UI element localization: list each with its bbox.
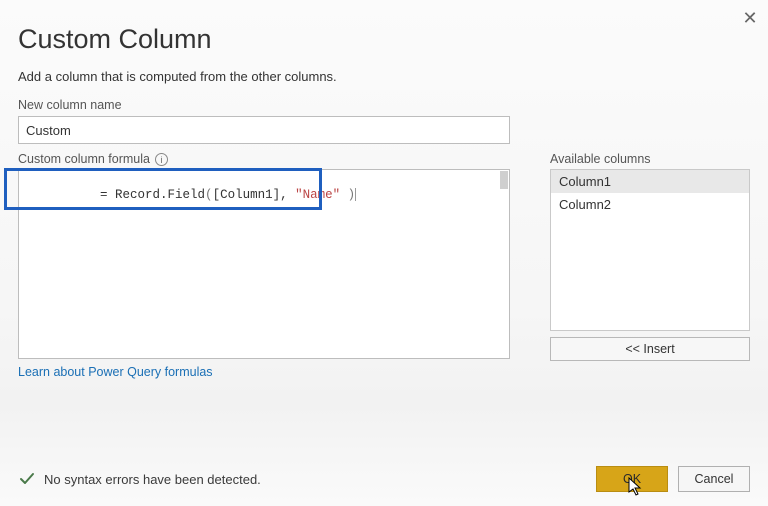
formula-close-paren: ) — [348, 188, 356, 202]
check-icon — [18, 470, 36, 488]
dialog-subtitle: Add a column that is computed from the o… — [18, 69, 750, 84]
formula-editor[interactable]: = Record.Field([Column1], "Name" ) — [18, 169, 510, 359]
text-cursor — [355, 188, 356, 201]
formula-prefix: = — [100, 188, 115, 202]
cancel-button[interactable]: Cancel — [678, 466, 750, 492]
new-column-name-input[interactable] — [18, 116, 510, 144]
close-icon[interactable]: ✕ — [740, 8, 760, 28]
insert-button[interactable]: << Insert — [550, 337, 750, 361]
formula-label: Custom column formula — [18, 152, 150, 166]
status-text: No syntax errors have been detected. — [44, 472, 261, 487]
available-column-item[interactable]: Column2 — [551, 193, 749, 216]
custom-column-dialog: ✕ Custom Column Add a column that is com… — [0, 0, 768, 506]
formula-open-paren: ( — [205, 188, 213, 202]
available-columns-list[interactable]: Column1 Column2 — [550, 169, 750, 331]
formula-string: "Name" — [295, 188, 340, 202]
new-column-name-label: New column name — [18, 98, 750, 112]
info-icon[interactable]: i — [155, 153, 168, 166]
scrollbar-thumb[interactable] — [500, 171, 508, 189]
status-row: No syntax errors have been detected. — [18, 470, 261, 488]
available-columns-label: Available columns — [550, 152, 750, 166]
ok-button-label: OK — [623, 472, 641, 486]
dialog-title: Custom Column — [18, 24, 750, 55]
learn-link[interactable]: Learn about Power Query formulas — [18, 365, 512, 379]
formula-fn: Record.Field — [115, 188, 205, 202]
formula-space — [340, 188, 348, 202]
ok-button[interactable]: OK — [596, 466, 668, 492]
formula-comma: , — [280, 188, 295, 202]
available-column-item[interactable]: Column1 — [551, 170, 749, 193]
formula-column-ref: [Column1] — [213, 188, 281, 202]
